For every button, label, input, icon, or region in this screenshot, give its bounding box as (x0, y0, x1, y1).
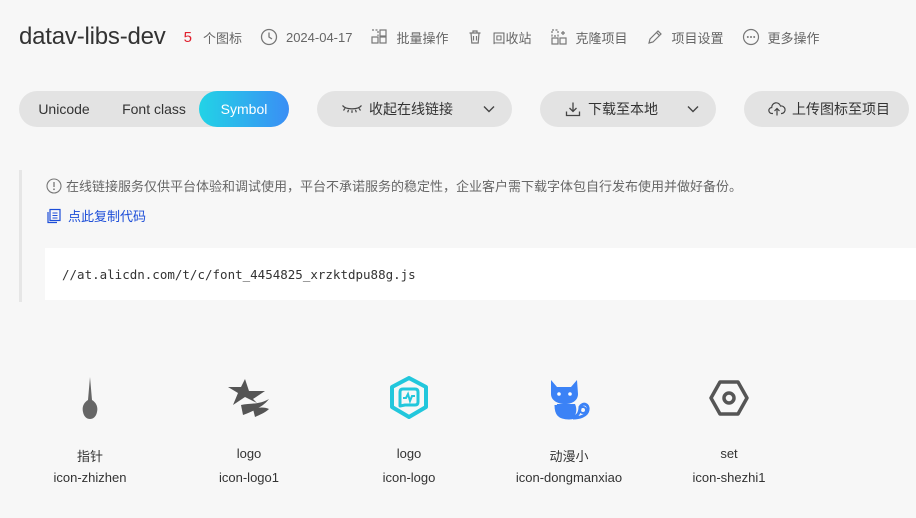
code-box[interactable]: //at.alicdn.com/t/c/font_4454825_xrzktdp… (45, 248, 916, 300)
hex-nut-icon (709, 380, 749, 416)
closed-eye-icon (341, 105, 363, 113)
trash-icon (469, 30, 481, 44)
recycle-bin-button[interactable]: 回收站 (466, 28, 532, 47)
cat-icon (551, 380, 590, 420)
icon-code: icon-dongmanxiao (515, 470, 623, 485)
project-settings-button[interactable]: 项目设置 (646, 28, 724, 47)
project-header: datav-libs-dev 5 个图标 2024-04-17 批量操作 回收站… (19, 20, 916, 54)
copy-code-label: 点此复制代码 (68, 209, 147, 224)
icon-name: 动漫小 (549, 449, 589, 464)
icon-card-dongmanxiao[interactable]: 动漫小 icon-dongmanxiao (499, 370, 639, 500)
service-notice: 在线链接服务仅供平台体验和调试使用，平台不承诺服务的稳定性，企业客户需下载字体包… (46, 176, 742, 195)
clone-project-label: 克隆项目 (575, 30, 628, 46)
online-link-url[interactable]: //at.alicdn.com/t/c/font_4454825_xrzktdp… (62, 267, 416, 282)
icon-card-shezhi1[interactable]: set icon-shezhi1 (659, 370, 799, 500)
info-circle-icon (46, 177, 62, 194)
format-tabs: Unicode Font class Symbol (19, 91, 289, 127)
clone-project-button[interactable]: 克隆项目 (550, 28, 628, 47)
icon-card-zhizhen[interactable]: 指针 icon-zhizhen (20, 370, 160, 500)
icon-code: icon-logo (382, 470, 436, 485)
more-dots-icon (742, 28, 759, 46)
more-operations-label: 更多操作 (767, 30, 820, 46)
icon-count-label: 个图标 (202, 30, 242, 46)
icon-code: icon-zhizhen (53, 470, 127, 485)
recycle-bin-label: 回收站 (492, 30, 532, 46)
pointer-needle-icon (82, 377, 98, 419)
document-icon (47, 208, 61, 223)
clone-icon (550, 29, 567, 45)
icon-count: 5 (183, 28, 192, 46)
toolbar: Unicode Font class Symbol 收起在线链接 下载至本地 上… (19, 91, 916, 127)
download-local-label: 下载至本地 (588, 101, 658, 117)
chevron-down-icon (687, 106, 699, 113)
hexagon-logo-icon (390, 376, 428, 419)
clock-icon (260, 28, 278, 46)
icon-name: 指针 (76, 449, 103, 464)
service-notice-text: 在线链接服务仅供平台体验和调试使用，平台不承诺服务的稳定性，企业客户需下载字体包… (66, 179, 743, 194)
icon-code: icon-shezhi1 (692, 470, 766, 485)
online-link-panel: 在线链接服务仅供平台体验和调试使用，平台不承诺服务的稳定性，企业客户需下载字体包… (19, 170, 916, 302)
icon-name: logo (236, 446, 262, 461)
updated-date: 2024-04-17 (260, 28, 353, 46)
download-local-button[interactable]: 下载至本地 (540, 91, 716, 127)
batch-operation-button[interactable]: 批量操作 (370, 28, 448, 47)
project-title: datav-libs-dev (19, 23, 166, 50)
pencil-icon (647, 30, 662, 44)
download-icon (565, 102, 581, 117)
tab-symbol[interactable]: Symbol (199, 91, 289, 127)
updated-date-text: 2024-04-17 (285, 29, 353, 45)
icon-name: set (720, 446, 738, 461)
tab-unicode[interactable]: Unicode (19, 91, 109, 127)
collapse-online-link-button[interactable]: 收起在线链接 (317, 91, 512, 127)
icon-name: logo (396, 446, 422, 461)
icon-card-logo[interactable]: logo icon-logo (339, 370, 479, 500)
project-settings-label: 项目设置 (671, 30, 724, 46)
icon-card-logo1[interactable]: logo icon-logo1 (179, 370, 319, 500)
upload-icons-button[interactable]: 上传图标至项目 (744, 91, 909, 127)
collapse-online-link-label: 收起在线链接 (369, 101, 453, 117)
tab-font-class[interactable]: Font class (109, 91, 199, 127)
upload-icons-label: 上传图标至项目 (792, 101, 890, 117)
star-logo-icon (228, 379, 269, 417)
icon-code: icon-logo1 (219, 470, 279, 485)
batch-operation-label: 批量操作 (396, 30, 449, 46)
batch-grid-icon (371, 29, 388, 44)
cloud-upload-icon (768, 102, 786, 116)
copy-code-link[interactable]: 点此复制代码 (46, 206, 146, 225)
chevron-down-icon (483, 106, 495, 113)
more-operations-button[interactable]: 更多操作 (742, 28, 820, 47)
